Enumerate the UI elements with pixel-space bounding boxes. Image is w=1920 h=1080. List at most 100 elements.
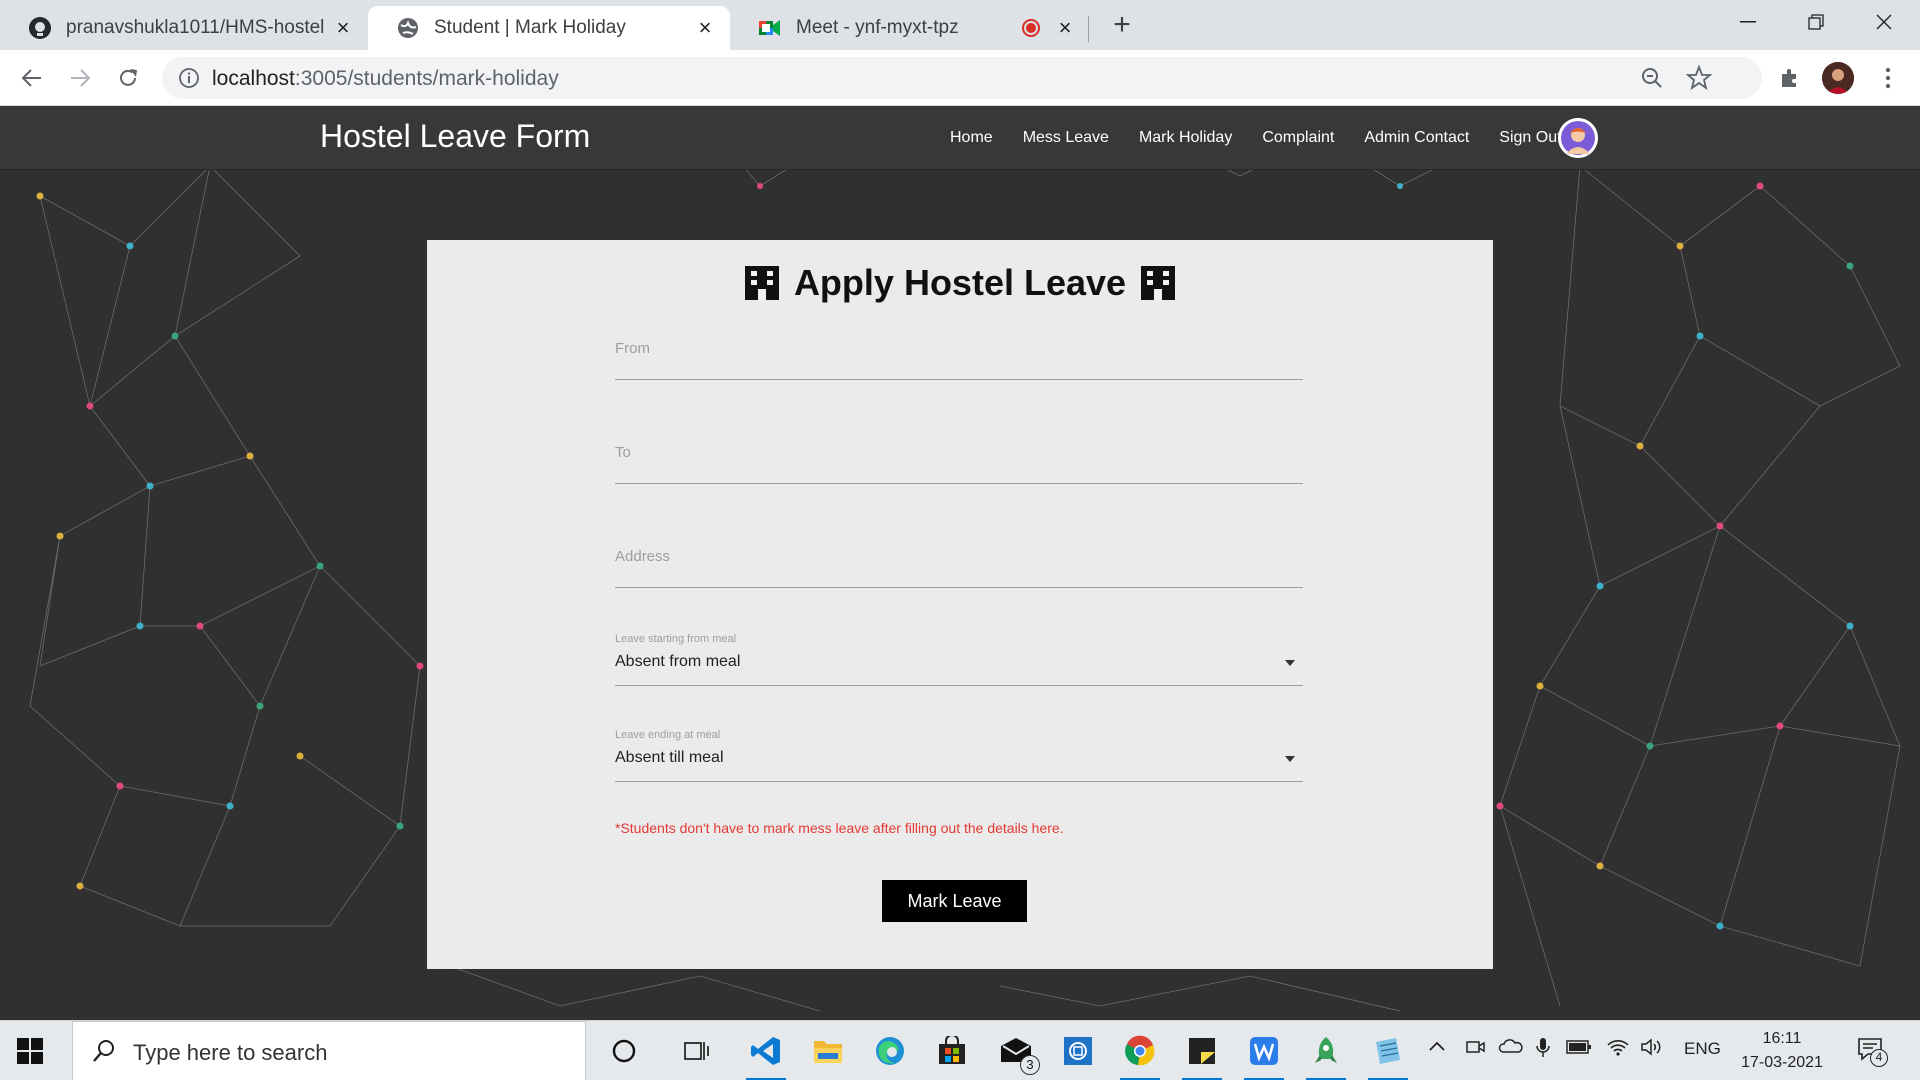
url-path: :3005/students/mark-holiday xyxy=(294,67,559,90)
recording-icon xyxy=(1022,19,1040,37)
zoom-icon[interactable] xyxy=(1640,66,1664,90)
bookmark-star-icon[interactable] xyxy=(1685,64,1713,91)
url-text: localhost:3005/students/mark-holiday xyxy=(212,67,559,91)
wifi-icon[interactable] xyxy=(1606,1037,1630,1062)
site-navbar: Hostel Leave Form Home Mess Leave Mark H… xyxy=(0,106,1920,170)
to-label: To xyxy=(615,444,631,461)
new-tab-button[interactable]: + xyxy=(1106,10,1138,42)
leave-form-card: Apply Hostel Leave From To Address Leave… xyxy=(427,240,1493,969)
start-meal-value: Absent from meal xyxy=(615,653,741,670)
wps-writer-icon[interactable] xyxy=(1244,1031,1284,1080)
tab-separator xyxy=(1088,16,1089,42)
globe-icon xyxy=(396,16,420,40)
tab-title: Meet - ynf-myxt-tpz xyxy=(796,17,959,38)
start-meal-label: Leave starting from meal xyxy=(615,633,737,645)
user-avatar[interactable] xyxy=(1558,118,1598,158)
language-indicator[interactable]: ENG xyxy=(1684,1039,1721,1059)
browser-tab-github[interactable]: pranavshukla1011/HMS-hostel_n × xyxy=(0,6,368,50)
mail-icon[interactable]: 3 xyxy=(996,1031,1040,1075)
browser-toolbar: localhost:3005/students/mark-holiday xyxy=(0,50,1920,106)
address-label: Address xyxy=(615,548,671,565)
restore-button[interactable] xyxy=(1782,0,1850,44)
search-icon xyxy=(91,1038,117,1064)
notifications-icon[interactable]: 4 xyxy=(1856,1035,1888,1070)
battery-icon[interactable] xyxy=(1566,1039,1592,1060)
photo-app-icon[interactable] xyxy=(1058,1031,1098,1071)
nav-link-mark-holiday[interactable]: Mark Holiday xyxy=(1139,129,1232,147)
end-meal-label: Leave ending at meal xyxy=(615,729,721,741)
mess-leave-notice: *Students don't have to mark mess leave … xyxy=(615,820,1064,836)
show-hidden-icons[interactable] xyxy=(1428,1037,1446,1057)
address-field[interactable]: Address xyxy=(615,548,1303,588)
site-brand[interactable]: Hostel Leave Form xyxy=(320,118,590,155)
extensions-icon[interactable] xyxy=(1772,60,1808,96)
web-page: Hostel Leave Form Home Mess Leave Mark H… xyxy=(0,106,1920,1020)
clock-time: 16:11 xyxy=(1762,1030,1802,1047)
system-clock[interactable]: 16:11 17-03-2021 xyxy=(1732,1027,1832,1075)
address-bar[interactable]: localhost:3005/students/mark-holiday xyxy=(162,57,1762,99)
field-underline xyxy=(615,781,1303,782)
browser-tab-strip: pranavshukla1011/HMS-hostel_n × Student … xyxy=(0,0,1920,50)
notepad-icon[interactable] xyxy=(1368,1031,1408,1080)
meet-now-icon[interactable] xyxy=(1464,1037,1486,1062)
browser-tab-mark-holiday[interactable]: Student | Mark Holiday × xyxy=(368,6,730,50)
edge-icon[interactable] xyxy=(870,1031,910,1071)
browser-tab-meet[interactable]: Meet - ynf-myxt-tpz × xyxy=(730,6,1090,50)
from-label: From xyxy=(615,340,650,357)
close-tab-icon[interactable]: × xyxy=(332,17,354,39)
minimize-button[interactable] xyxy=(1714,0,1782,44)
mark-leave-button[interactable]: Mark Leave xyxy=(882,880,1027,922)
field-underline xyxy=(615,483,1303,484)
menu-kebab-icon[interactable] xyxy=(1870,60,1906,96)
tab-title: pranavshukla1011/HMS-hostel_n xyxy=(66,17,324,38)
microsoft-store-icon[interactable] xyxy=(932,1031,972,1071)
rocket-app-icon[interactable] xyxy=(1306,1031,1346,1080)
onedrive-icon[interactable] xyxy=(1498,1037,1524,1060)
close-tab-icon[interactable]: × xyxy=(1054,17,1076,39)
to-field[interactable]: To xyxy=(615,444,1303,484)
nav-link-admin-contact[interactable]: Admin Contact xyxy=(1364,129,1469,147)
from-field[interactable]: From xyxy=(615,340,1303,380)
field-underline xyxy=(615,587,1303,588)
nav-links: Home Mess Leave Mark Holiday Complaint A… xyxy=(950,106,1592,170)
windows-start-icon[interactable] xyxy=(16,1037,44,1065)
start-meal-select[interactable]: Leave starting from meal Absent from mea… xyxy=(615,633,1303,686)
profile-avatar[interactable] xyxy=(1822,62,1854,94)
windows-taskbar: Type here to search 3 ENG 16:11 17-03-20… xyxy=(0,1020,1920,1080)
volume-icon[interactable] xyxy=(1640,1037,1664,1062)
vscode-icon[interactable] xyxy=(746,1031,786,1080)
google-meet-icon xyxy=(758,16,782,40)
form-title-text: Apply Hostel Leave xyxy=(793,262,1127,303)
dropdown-caret-icon[interactable] xyxy=(1285,756,1295,762)
sticky-notes-icon[interactable] xyxy=(1182,1031,1222,1080)
end-meal-select[interactable]: Leave ending at meal Absent till meal xyxy=(615,729,1303,782)
nav-link-mess-leave[interactable]: Mess Leave xyxy=(1023,129,1109,147)
info-icon[interactable] xyxy=(178,67,200,89)
building-icon xyxy=(1141,266,1176,300)
chrome-icon[interactable] xyxy=(1120,1031,1160,1080)
reload-button[interactable] xyxy=(110,60,146,96)
search-placeholder: Type here to search xyxy=(133,1040,328,1065)
forward-button[interactable] xyxy=(62,60,98,96)
close-window-button[interactable] xyxy=(1850,0,1918,44)
close-tab-icon[interactable]: × xyxy=(694,17,716,39)
github-icon xyxy=(28,16,52,40)
taskbar-search-box[interactable]: Type here to search xyxy=(72,1021,586,1080)
tab-title: Student | Mark Holiday xyxy=(434,17,626,38)
notification-badge: 4 xyxy=(1870,1049,1888,1067)
url-host: localhost xyxy=(212,67,295,90)
end-meal-value: Absent till meal xyxy=(615,749,724,766)
cortana-icon[interactable] xyxy=(604,1031,644,1071)
task-view-icon[interactable] xyxy=(676,1031,716,1071)
nav-link-sign-out[interactable]: Sign Out xyxy=(1499,129,1561,147)
nav-link-home[interactable]: Home xyxy=(950,129,993,147)
microphone-icon[interactable] xyxy=(1536,1037,1550,1064)
form-title: Apply Hostel Leave xyxy=(427,262,1493,304)
dropdown-caret-icon[interactable] xyxy=(1285,660,1295,666)
back-button[interactable] xyxy=(14,60,50,96)
file-explorer-icon[interactable] xyxy=(808,1031,848,1071)
building-icon xyxy=(744,266,779,300)
field-underline xyxy=(615,685,1303,686)
nav-link-complaint[interactable]: Complaint xyxy=(1262,129,1334,147)
mail-badge: 3 xyxy=(1020,1055,1040,1075)
